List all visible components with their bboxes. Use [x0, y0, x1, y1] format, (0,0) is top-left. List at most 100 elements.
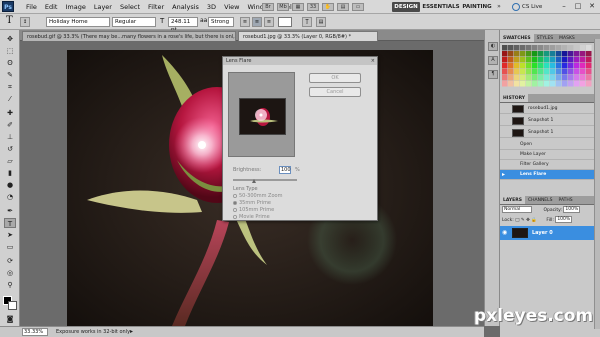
- cancel-button[interactable]: Cancel: [309, 87, 361, 97]
- tab-styles[interactable]: STYLES: [534, 34, 557, 42]
- 3d-rotate-tool-icon[interactable]: ⟳: [4, 256, 16, 266]
- hand-tool-icon[interactable]: ✋: [322, 3, 334, 11]
- workspace-essentials-button[interactable]: ESSENTIALS: [422, 2, 460, 12]
- layer-row-selected[interactable]: ◉ Layer 0: [500, 226, 594, 240]
- screen-mode-icon[interactable]: ▭: [352, 3, 364, 11]
- healing-brush-tool-icon[interactable]: ✚: [4, 108, 16, 118]
- ok-button[interactable]: OK: [309, 73, 361, 83]
- menu-edit[interactable]: Edit: [41, 0, 62, 14]
- tab-rosebud1-jpg[interactable]: rosebud1.jpg @ 33.3% (Layer 0, RGB/8#) *: [238, 31, 378, 41]
- tab-layers[interactable]: LAYERS: [500, 196, 525, 204]
- opacity-field[interactable]: 100%: [563, 206, 581, 213]
- swatch-grid[interactable]: [502, 45, 592, 91]
- lasso-tool-icon[interactable]: ʘ: [4, 58, 16, 68]
- cs-live-button[interactable]: CS Live: [512, 1, 552, 13]
- 3d-orbit-tool-icon[interactable]: ◎: [4, 268, 16, 278]
- fill-field[interactable]: 100%: [555, 216, 573, 223]
- blend-mode-select[interactable]: Normal: [502, 206, 532, 213]
- panel-scrollbar[interactable]: [594, 39, 600, 329]
- eraser-tool-icon[interactable]: ▱: [4, 156, 16, 166]
- menu-file[interactable]: File: [22, 0, 41, 14]
- zoom-field[interactable]: 33.33%: [22, 328, 48, 336]
- lens-type-option[interactable]: 105mm Prime: [233, 207, 274, 213]
- history-step-row-selected[interactable]: ▸ Lens Flare: [500, 170, 594, 180]
- clone-stamp-tool-icon[interactable]: ⊥: [4, 132, 16, 142]
- history-step-row[interactable]: Open: [500, 140, 594, 150]
- crop-tool-icon[interactable]: ⌗: [4, 82, 16, 92]
- tab-paths[interactable]: PATHS: [556, 196, 576, 204]
- dodge-tool-icon[interactable]: ◔: [4, 192, 16, 202]
- lens-type-option[interactable]: 50-300mm Zoom: [233, 193, 282, 199]
- maximize-button[interactable]: □: [572, 1, 584, 12]
- brush-tool-icon[interactable]: ✐: [4, 120, 16, 130]
- arrange-documents-icon[interactable]: ▤: [337, 3, 349, 11]
- menu-filter[interactable]: Filter: [144, 0, 168, 14]
- history-snapshot-row[interactable]: rosebud1.jpg: [500, 104, 594, 114]
- tab-rosebud-gif[interactable]: rosebud.gif @ 33.3% (There may be...many…: [22, 31, 236, 41]
- quick-select-tool-icon[interactable]: ✎: [4, 70, 16, 80]
- lock-icons[interactable]: □ ✎ ✥ 🔒: [515, 218, 537, 223]
- menu-view[interactable]: View: [220, 0, 243, 14]
- move-tool-icon[interactable]: ✥: [4, 34, 16, 44]
- lens-type-option[interactable]: Movie Prime: [233, 214, 270, 220]
- zoom-level-icon[interactable]: 33: [307, 3, 319, 11]
- workspace-more-button[interactable]: »: [494, 2, 504, 12]
- menu-select[interactable]: Select: [116, 0, 144, 14]
- align-right-icon[interactable]: ≡: [264, 17, 274, 27]
- visibility-eye-icon[interactable]: ◉: [502, 229, 510, 237]
- mini-bridge-icon[interactable]: Mb: [277, 3, 289, 11]
- eyedropper-tool-icon[interactable]: ⁄: [4, 94, 16, 104]
- tab-swatches[interactable]: SWATCHES: [500, 34, 534, 42]
- close-window-button[interactable]: ✕: [586, 1, 598, 12]
- align-left-icon[interactable]: ≡: [240, 17, 250, 27]
- character-panel-icon[interactable]: ▤: [316, 17, 326, 27]
- workspace-design-button[interactable]: DESIGN: [392, 2, 420, 12]
- font-family-select[interactable]: Holiday Home: [46, 17, 110, 27]
- font-size-field[interactable]: 248.11 pt: [168, 17, 198, 33]
- history-step-row[interactable]: Make Layer: [500, 150, 594, 160]
- brightness-field[interactable]: 100: [279, 166, 291, 174]
- history-step-row[interactable]: Filter Gallery: [500, 160, 594, 170]
- tab-history[interactable]: HISTORY: [500, 94, 529, 102]
- workspace-painting-button[interactable]: PAINTING: [462, 2, 492, 12]
- dialog-close-icon[interactable]: ×: [371, 57, 375, 65]
- pen-tool-icon[interactable]: ✒: [4, 206, 16, 216]
- bridge-icon[interactable]: Br: [262, 3, 274, 11]
- gradient-tool-icon[interactable]: ▮: [4, 168, 16, 178]
- tab-channels[interactable]: CHANNELS: [525, 196, 556, 204]
- flare-preview-image[interactable]: [239, 98, 286, 135]
- align-center-icon[interactable]: ≡: [252, 17, 262, 27]
- adjustments-icon[interactable]: ◐: [488, 42, 498, 51]
- menu-3d[interactable]: 3D: [203, 0, 220, 14]
- zoom-tool-icon[interactable]: ⚲: [4, 280, 16, 290]
- brightness-slider-track[interactable]: [233, 179, 297, 181]
- path-select-tool-icon[interactable]: ➤: [4, 230, 16, 240]
- character-icon[interactable]: A: [488, 56, 498, 65]
- font-style-select[interactable]: Regular: [112, 17, 156, 27]
- lens-type-option[interactable]: 35mm Prime: [233, 200, 271, 206]
- history-thumbnail: [512, 129, 524, 137]
- warp-text-icon[interactable]: Ṯ: [302, 17, 312, 27]
- marquee-tool-icon[interactable]: ⬚: [4, 46, 16, 56]
- menu-image[interactable]: Image: [61, 0, 89, 14]
- background-color-swatch[interactable]: [8, 301, 17, 310]
- status-menu-icon[interactable]: ▸: [130, 327, 133, 337]
- paragraph-icon[interactable]: ¶: [488, 70, 498, 79]
- quick-mask-icon[interactable]: ◙: [4, 314, 16, 324]
- shape-tool-icon[interactable]: ▭: [4, 242, 16, 252]
- grid-icon[interactable]: ▦: [292, 3, 304, 11]
- menu-layer[interactable]: Layer: [90, 0, 116, 14]
- tab-masks[interactable]: MASKS: [556, 34, 578, 42]
- history-brush-tool-icon[interactable]: ↺: [4, 144, 16, 154]
- anti-alias-select[interactable]: Strong: [208, 17, 234, 27]
- blur-tool-icon[interactable]: ●: [4, 180, 16, 190]
- brightness-slider-thumb[interactable]: [252, 179, 256, 183]
- history-snapshot-row[interactable]: Snapshot 1: [500, 128, 594, 138]
- minimize-button[interactable]: –: [558, 1, 570, 12]
- history-snapshot-row[interactable]: Snapshot 1: [500, 116, 594, 126]
- type-tool-icon[interactable]: T: [4, 218, 16, 228]
- type-tool-icon[interactable]: T: [6, 15, 13, 26]
- text-color-swatch[interactable]: [278, 17, 292, 27]
- text-orientation-icon[interactable]: ↕: [20, 17, 30, 27]
- menu-analysis[interactable]: Analysis: [168, 0, 203, 14]
